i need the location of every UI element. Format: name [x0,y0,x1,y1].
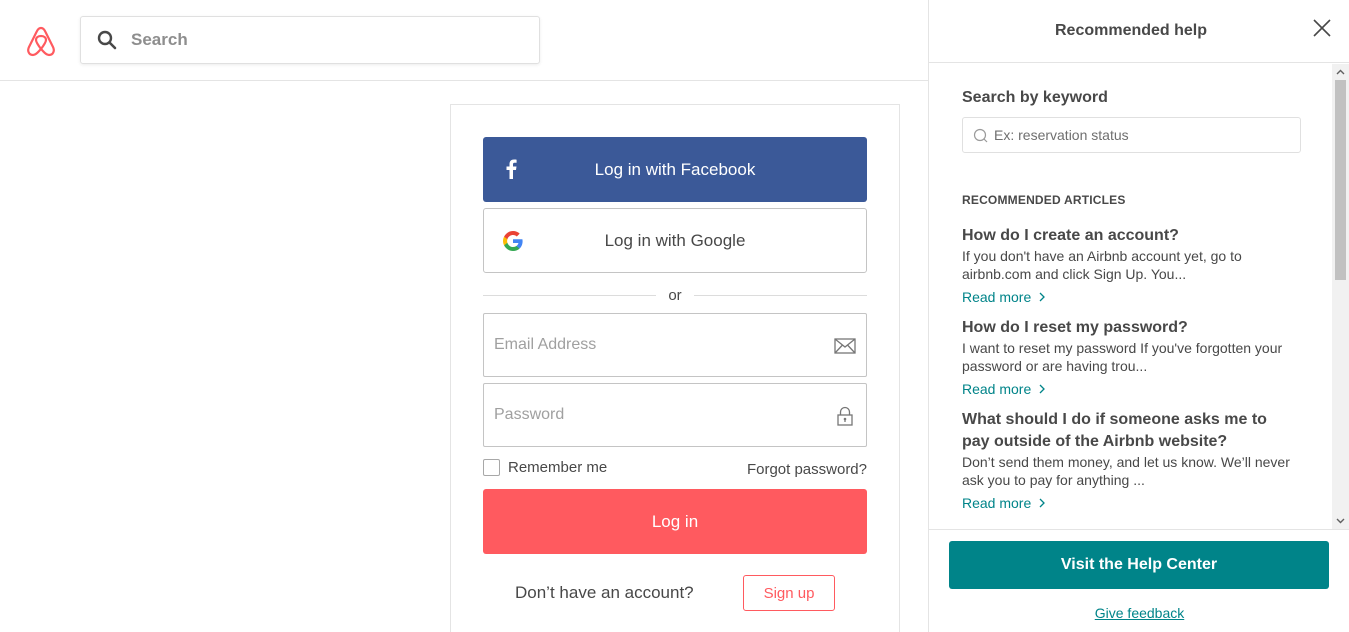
article-title[interactable]: What should I do if someone asks me to p… [962,409,1292,453]
article-item: How do I create an account? If you don't… [962,225,1292,309]
or-divider: or [483,285,867,305]
login-card: Log in with Facebook Log in with Google … [450,104,900,632]
chevron-right-icon [1039,384,1046,394]
give-feedback-link[interactable]: Give feedback [929,605,1349,621]
lock-icon [837,406,853,426]
help-panel: Recommended help Search by keyword RECOM… [928,0,1349,632]
visit-help-center-button[interactable]: Visit the Help Center [949,541,1329,589]
divider-text: or [668,286,682,304]
read-more-label: Read more [962,495,1032,511]
remember-me[interactable]: Remember me [483,459,607,476]
signup-button-label: Sign up [763,584,815,602]
read-more-link[interactable]: Read more [962,377,1046,401]
article-item: How do I reset my password? I want to re… [962,317,1292,401]
read-more-label: Read more [962,381,1032,397]
scroll-down-icon[interactable] [1336,516,1345,525]
help-footer: Visit the Help Center Give feedback [929,529,1349,632]
search-icon [97,30,117,50]
recommended-articles-title: RECOMMENDED ARTICLES [962,193,1126,207]
divider-line [693,294,867,296]
envelope-icon [834,338,856,354]
search-input[interactable] [131,30,511,50]
password-input[interactable] [494,406,814,424]
article-description: If you don't have an Airbnb account yet,… [962,248,1242,282]
signup-button[interactable]: Sign up [743,575,835,611]
facebook-icon [506,159,517,179]
login-button[interactable]: Log in [483,489,867,554]
help-header: Recommended help [929,0,1349,63]
visit-help-center-label: Visit the Help Center [1060,556,1218,573]
article-item: What should I do if someone asks me to p… [962,409,1292,515]
chevron-right-icon [1039,498,1046,508]
remember-me-label: Remember me [508,459,608,476]
top-header [0,0,928,81]
page: Log in with Facebook Log in with Google … [0,0,1349,632]
email-input[interactable] [494,336,814,354]
scroll-up-icon[interactable] [1336,68,1345,77]
email-field[interactable] [483,313,867,377]
keyword-search-box[interactable] [962,117,1301,153]
header-search[interactable] [80,16,540,64]
help-scrollbar[interactable] [1332,64,1349,529]
password-field[interactable] [483,383,867,447]
google-login-button[interactable]: Log in with Google [483,208,867,273]
facebook-login-button[interactable]: Log in with Facebook [483,137,867,202]
keyword-search-title: Search by keyword [962,89,1108,106]
airbnb-logo-icon[interactable] [24,24,58,58]
help-title: Recommended help [1054,22,1208,39]
scroll-thumb[interactable] [1335,80,1346,280]
search-icon [973,128,988,142]
divider-line [483,294,657,296]
remember-me-checkbox[interactable] [483,459,500,476]
chevron-right-icon [1039,292,1046,302]
no-account-text: Don’t have an account? [515,583,694,602]
read-more-link[interactable]: Read more [962,491,1046,515]
article-title[interactable]: How do I create an account? [962,225,1292,247]
close-icon[interactable] [1312,18,1332,38]
article-description: Don’t send them money, and let us know. … [962,454,1290,488]
help-body: Search by keyword RECOMMENDED ARTICLES H… [929,64,1333,529]
google-login-label: Log in with Google [604,230,746,250]
google-icon [503,231,523,251]
keyword-search-input[interactable] [994,127,1284,143]
read-more-label: Read more [962,289,1032,305]
forgot-password-link[interactable]: Forgot password? [747,461,867,478]
facebook-login-label: Log in with Facebook [594,159,756,179]
login-button-label: Log in [651,511,699,531]
article-title[interactable]: How do I reset my password? [962,317,1292,339]
article-description: I want to reset my password If you've fo… [962,340,1283,374]
read-more-link[interactable]: Read more [962,285,1046,309]
